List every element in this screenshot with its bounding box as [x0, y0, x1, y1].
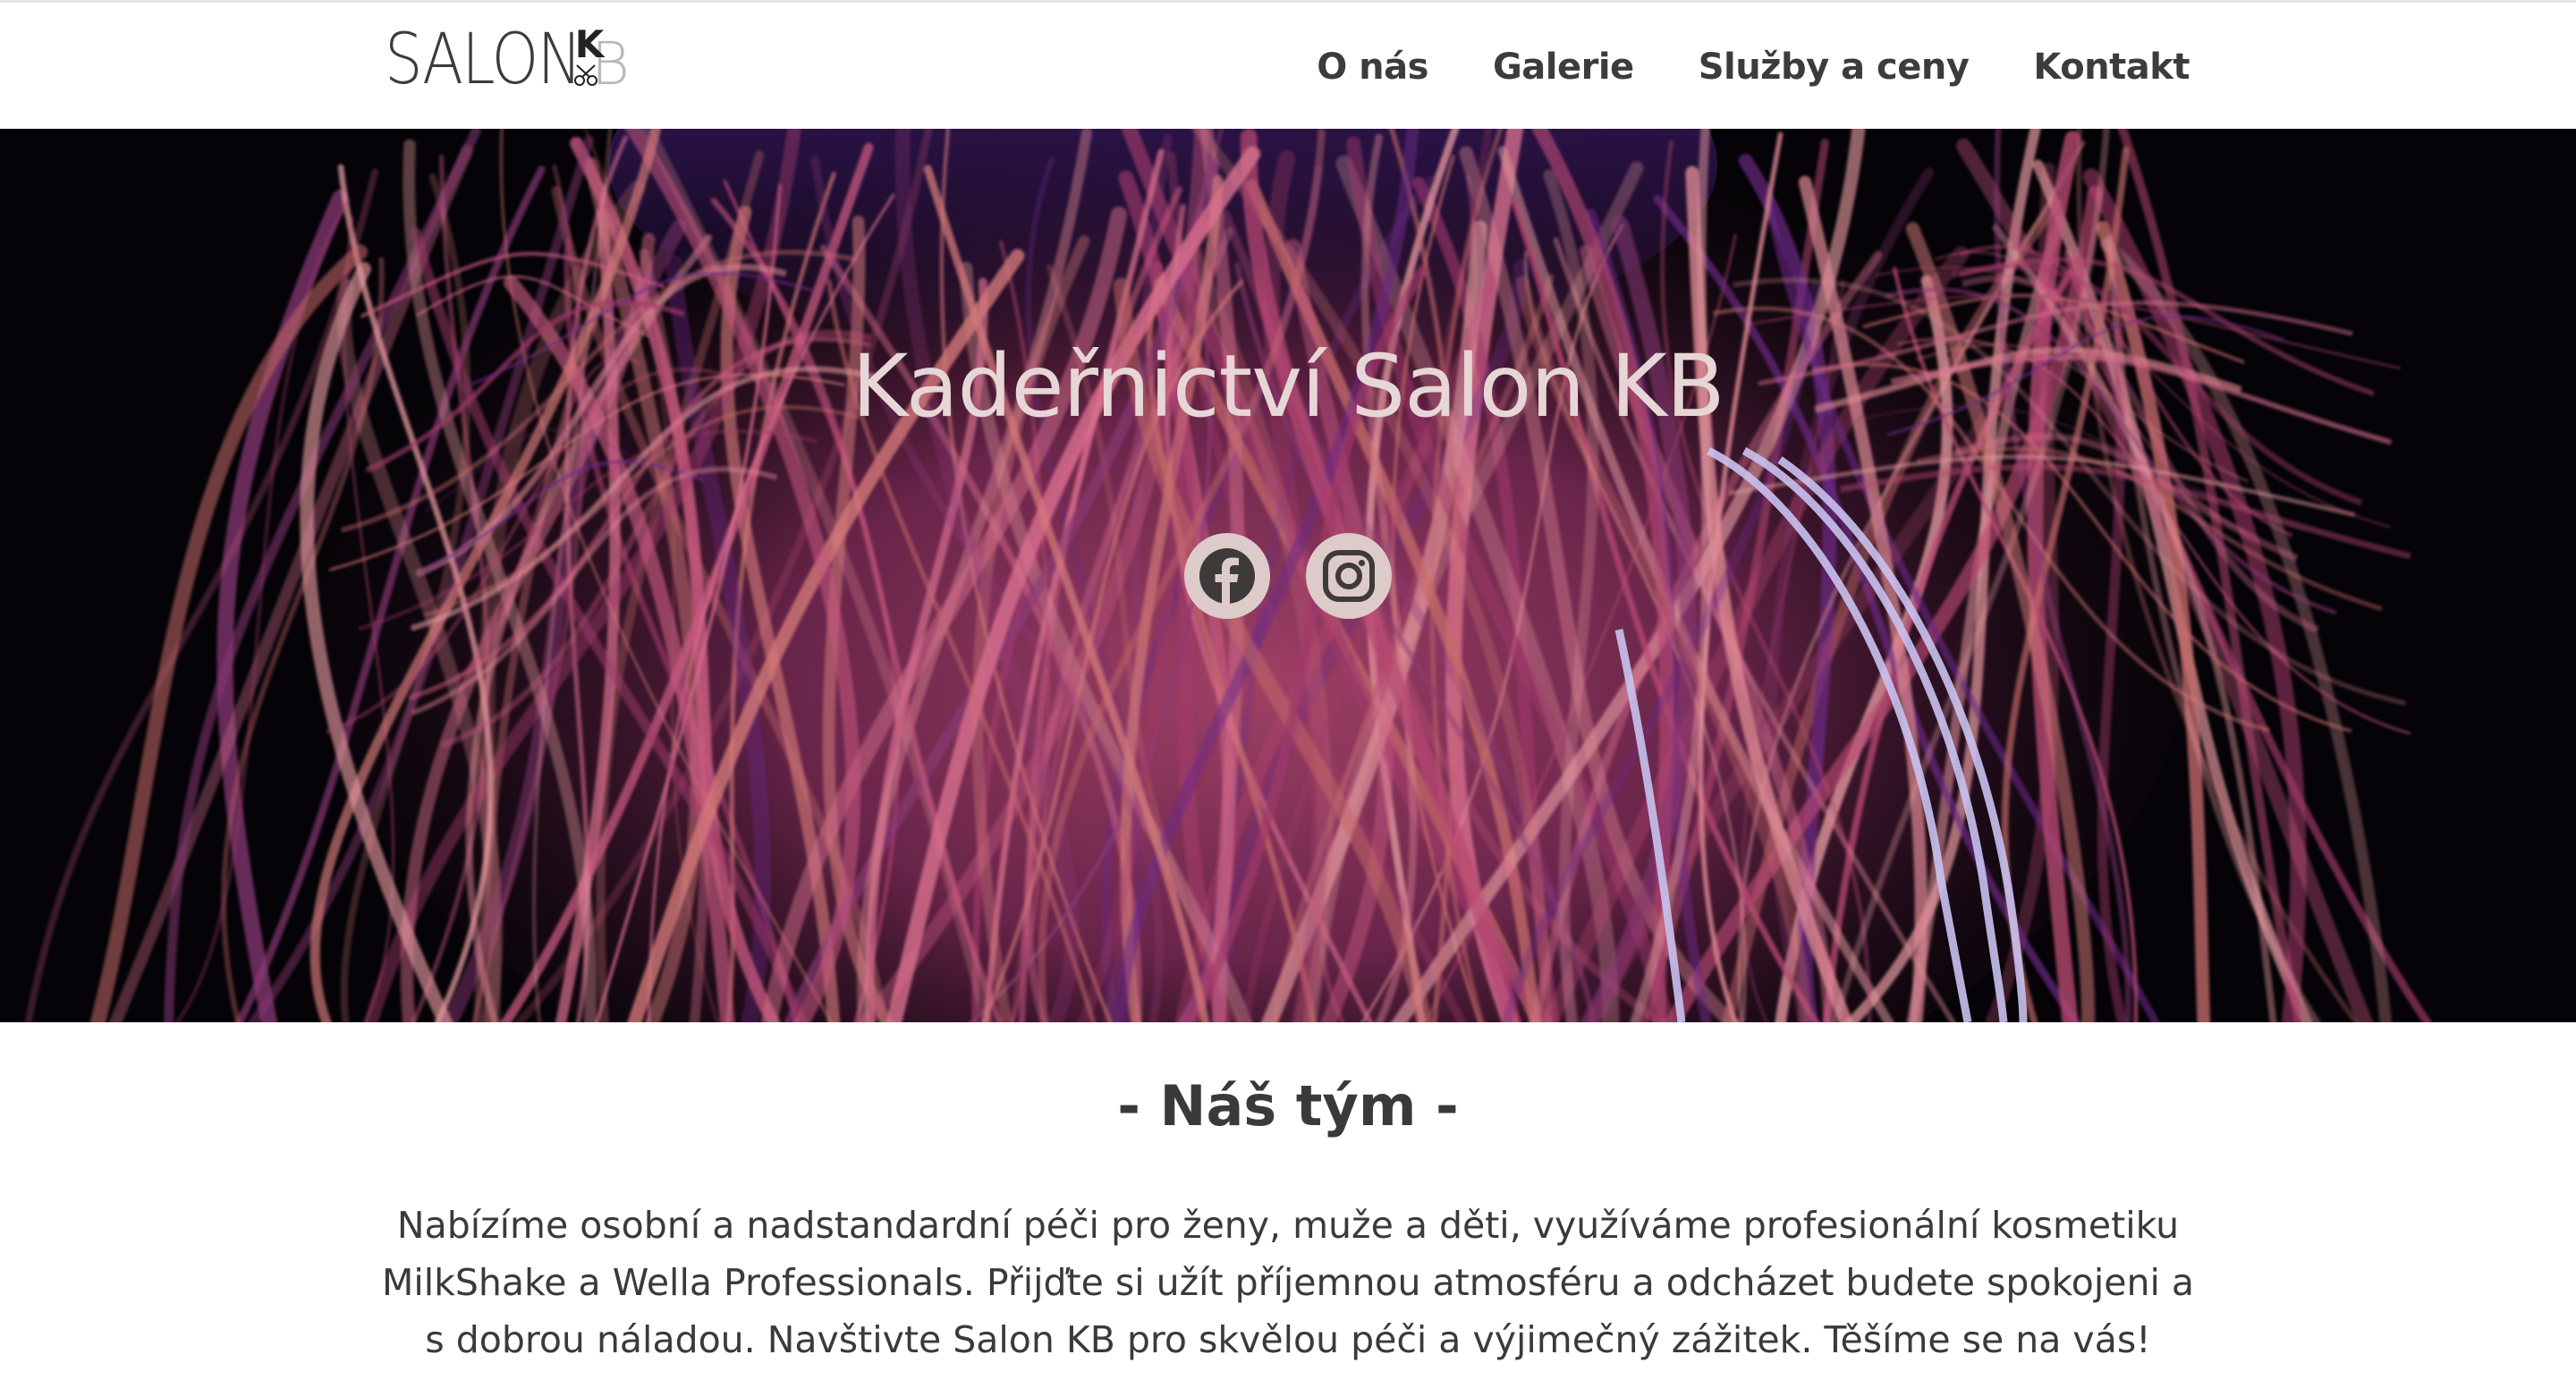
nav-link-sluzby-a-ceny[interactable]: Služby a ceny: [1699, 47, 1970, 88]
nav-link-galerie[interactable]: Galerie: [1493, 47, 1634, 88]
nav-link-kontakt[interactable]: Kontakt: [2033, 47, 2190, 88]
nav-link-o-nas[interactable]: O nás: [1317, 47, 1428, 88]
instagram-icon: [1323, 550, 1375, 602]
scissors-icon: [573, 64, 597, 86]
main-nav: O nás Galerie Služby a ceny Kontakt: [1252, 44, 2190, 90]
logo[interactable]: SALON B K: [385, 20, 630, 100]
team-title: - Náš tým -: [1117, 1073, 1459, 1139]
facebook-button[interactable]: [1184, 533, 1270, 619]
facebook-icon: [1199, 548, 1255, 605]
site-header: SALON B K O nás Galerie Služby a ceny Ko…: [0, 3, 2576, 129]
logo-mark: B K: [573, 22, 630, 96]
social-links: [1184, 533, 1392, 619]
team-description: Nabízíme osobní a nadstandardní péči pro…: [381, 1204, 2195, 1361]
logo-text: SALON: [385, 20, 582, 100]
hero-title: Kadeřnictví Salon KB: [852, 336, 1724, 436]
instagram-button[interactable]: [1306, 533, 1392, 619]
hero-section: Kadeřnictví Salon KB: [0, 129, 2576, 1022]
logo-mark-k: K: [574, 22, 605, 66]
